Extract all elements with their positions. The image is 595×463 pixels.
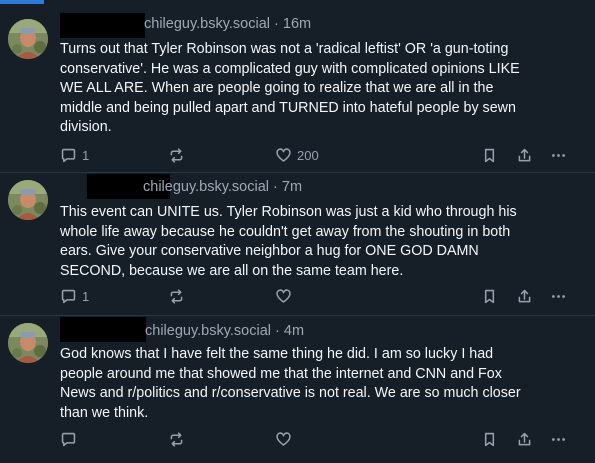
post[interactable]: chileguy.bsky.social · 16m Turns out tha… [0,6,595,173]
post-time[interactable]: 7m [282,179,302,195]
like-button[interactable] [275,286,297,306]
more-button[interactable] [550,286,567,306]
share-button[interactable] [516,145,533,165]
like-button[interactable]: 200 [275,145,319,165]
reply-count: 1 [82,288,90,304]
reply-button[interactable]: 1 [60,145,89,165]
bookmark-icon [484,148,495,162]
heart-icon [276,431,291,446]
post-actions [60,429,580,449]
avatar-image [8,180,48,220]
repost-button[interactable] [168,429,185,449]
repost-button[interactable] [168,286,185,306]
bookmark-button[interactable] [481,429,498,449]
share-icon [518,148,531,161]
reply-button[interactable]: 1 [60,286,89,306]
bookmark-button[interactable] [481,286,498,306]
post-handle[interactable]: chileguy.bsky.social [143,179,269,195]
repost-icon [170,431,183,447]
post-handle[interactable]: chileguy.bsky.social [144,16,270,32]
reply-button[interactable] [60,429,82,449]
bookmark-button[interactable] [481,145,498,165]
thread-feed: chileguy.bsky.social · 16m Turns out tha… [0,0,595,463]
reply-icon [61,148,76,162]
post[interactable]: chileguy.bsky.social · 4m God knows that… [0,316,595,463]
share-icon [518,432,531,445]
like-button[interactable] [275,429,297,449]
reply-icon [61,289,76,303]
avatar[interactable] [8,323,48,363]
more-button[interactable] [550,429,567,449]
repost-icon [170,147,183,163]
more-icon [552,153,565,157]
repost-icon [170,288,183,304]
post-meta: chileguy.bsky.social · 4m [145,323,304,339]
share-button[interactable] [516,286,533,306]
post-text: God knows that I have felt the same thin… [60,346,521,421]
reply-count: 1 [82,147,90,163]
post-handle[interactable]: chileguy.bsky.social [145,323,271,339]
redacted-display-name [60,13,145,38]
post-text: This event can UNITE us. Tyler Robinson … [60,204,517,279]
avatar[interactable] [8,19,48,59]
post-time[interactable]: 16m [283,16,311,32]
post-meta: chileguy.bsky.social · 7m [143,179,302,195]
bookmark-icon [484,432,495,446]
meta-separator: · [273,179,278,195]
more-icon [552,437,565,441]
meta-separator: · [275,323,280,339]
avatar-image [8,19,48,59]
more-button[interactable] [550,145,567,165]
post-text: Turns out that Tyler Robinson was not a … [60,41,520,135]
redacted-display-name [60,317,146,342]
repost-button[interactable] [168,145,185,165]
post-time[interactable]: 4m [284,323,304,339]
post-actions: 1 200 [60,145,580,165]
heart-icon [276,147,291,162]
post[interactable]: chileguy.bsky.social · 7m This event can… [0,173,595,316]
like-count: 200 [297,147,319,163]
post-meta: chileguy.bsky.social · 16m [144,16,311,32]
reply-icon [61,432,76,446]
share-icon [518,289,531,302]
share-button[interactable] [516,429,533,449]
more-icon [552,294,565,298]
avatar-image [8,323,48,363]
bookmark-icon [484,289,495,303]
post-actions: 1 [60,286,580,306]
meta-separator: · [274,16,279,32]
heart-icon [276,288,291,303]
avatar[interactable] [8,180,48,220]
